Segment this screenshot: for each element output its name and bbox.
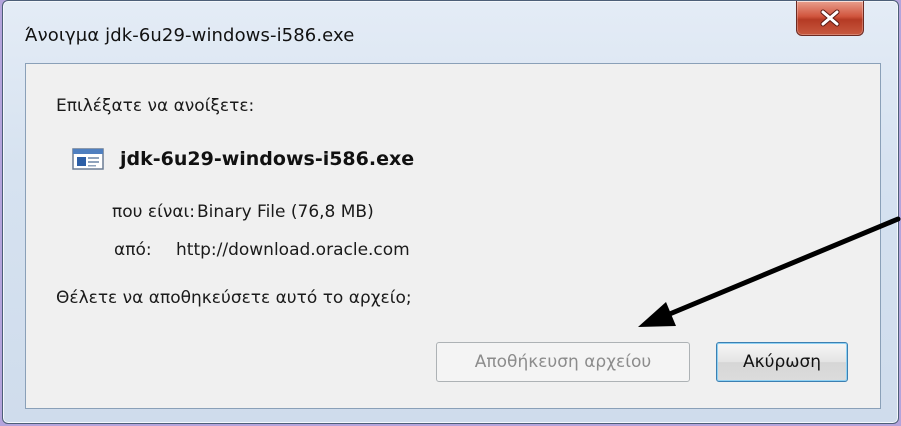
dialog-content: Επιλέξατε να ανοίξετε: jdk-6u29-windows-… xyxy=(25,63,881,409)
title-bar[interactable]: Άνοιγμα jdk-6u29-windows-i586.exe xyxy=(3,1,898,63)
source-url: http://download.oracle.com xyxy=(176,240,410,260)
file-type-label: που είναι: xyxy=(112,202,195,222)
window-title: Άνοιγμα jdk-6u29-windows-i586.exe xyxy=(25,25,355,46)
close-button[interactable] xyxy=(796,1,864,36)
cancel-button[interactable]: Ακύρωση xyxy=(716,342,848,382)
open-prompt: Επιλέξατε να ανοίξετε: xyxy=(56,96,255,116)
file-name: jdk-6u29-windows-i586.exe xyxy=(120,148,415,170)
file-type-value: Binary File (76,8 MB) xyxy=(197,202,374,222)
source-label: από: xyxy=(114,240,152,260)
executable-file-icon xyxy=(72,148,104,170)
save-file-button[interactable]: Αποθήκευση αρχείου xyxy=(436,342,690,382)
dialog-window: Άνοιγμα jdk-6u29-windows-i586.exe Επιλέξ… xyxy=(2,0,899,424)
close-x-icon xyxy=(820,9,840,27)
save-question: Θέλετε να αποθηκεύσετε αυτό το αρχείο; xyxy=(56,288,412,308)
